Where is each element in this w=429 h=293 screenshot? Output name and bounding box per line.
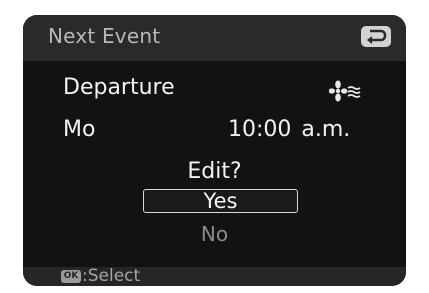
select-hint: :Select [82,266,141,286]
event-time: 10:00 a.m. [228,117,351,142]
screen-title: Next Event [48,24,161,48]
event-name: Departure [63,75,175,100]
device-frame: Next Event Departure Mo 10:00 a.m. Edit?… [0,0,429,293]
fan-wind-icon [329,80,361,102]
no-option[interactable]: No [23,222,406,246]
edit-prompt: Edit? [187,159,242,184]
footer-bar: OK :Select [23,266,406,286]
event-day: Mo [63,117,96,142]
header-bar: Next Event [23,15,406,61]
ok-button-icon: OK [61,270,81,283]
return-arrow-icon[interactable] [361,26,391,47]
yes-option[interactable]: Yes [143,189,298,213]
event-panel: Departure Mo 10:00 a.m. Edit? Yes No [23,61,406,267]
display-screen: Next Event Departure Mo 10:00 a.m. Edit?… [23,15,406,286]
